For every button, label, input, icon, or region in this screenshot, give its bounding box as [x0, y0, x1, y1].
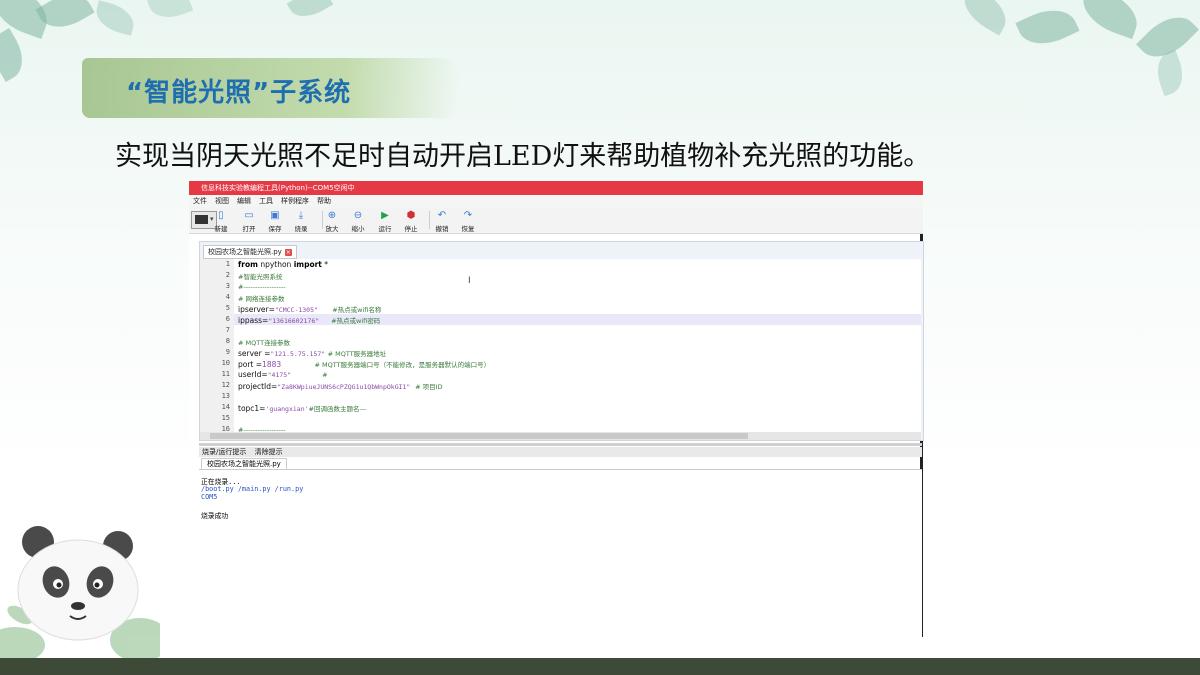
tab-editor-file[interactable]: 校园农场之智能光照.py ×	[203, 245, 297, 259]
panda-illustration	[0, 526, 160, 660]
code-line: #智能光照系统	[238, 273, 283, 281]
code-line: #------------------	[238, 283, 286, 291]
toolbar-button-label: 缩小	[351, 225, 365, 233]
menu-item[interactable]: 文件	[193, 197, 207, 205]
redo-icon: ↷	[463, 210, 473, 221]
toolbar-button-download[interactable]: ⤓ 烧录	[288, 210, 314, 233]
save-icon: ▣	[270, 210, 280, 221]
download-icon: ⤓	[298, 210, 304, 221]
console-output: 正在烧录.../boot.py /main.py /run.py COM5 烧录成功	[199, 469, 922, 638]
toolbar-button-save[interactable]: ▣ 保存	[262, 210, 288, 233]
ide-toolbar: ▾ ▯ 新建 ▭ 打开 ▣ 保存 ⤓ 烧录 ⊕ 放大 ⊖ 缩小 ▶ 运行 ⬢ 停止 ↶ 撤销 ↷ 恢复	[189, 207, 923, 234]
open-folder-icon: ▭	[244, 210, 254, 221]
code-line: topc1='guangxian'#回调函数主题名---	[238, 404, 367, 413]
code-line: # MQTT连接参数	[238, 339, 291, 347]
line-number: 13	[221, 392, 230, 400]
ide-window: 信息科技实验教编程工具(Python)--COM5空闲中 文件 视图 编辑 工具 样例程…	[189, 181, 924, 638]
code-line: ippass="13616602176" #热点或wifi密码	[238, 316, 381, 325]
toolbar-button-undo[interactable]: ↶ 撤销	[429, 210, 455, 233]
line-number: 15	[221, 414, 230, 422]
toolbar-button-open-folder[interactable]: ▭ 打开	[236, 210, 262, 233]
tab-burn-run-hints[interactable]: 烧录/运行提示	[199, 448, 249, 456]
slide-subtitle: 实现当阴天光照不足时自动开启LED灯来帮助植物补充光照的功能。	[115, 141, 931, 172]
horizontal-scrollbar[interactable]	[200, 432, 921, 440]
toolbar-separator	[429, 211, 430, 229]
scrollbar-thumb[interactable]	[210, 433, 748, 439]
toolbar-button-run[interactable]: ▶ 运行	[372, 210, 398, 233]
menu-item[interactable]: 帮助	[317, 197, 331, 205]
zoom-in-icon: ⊕	[327, 210, 337, 221]
line-number: 1	[225, 260, 230, 268]
run-icon: ▶	[381, 210, 389, 221]
code-line: server ="121.5.75.157" # MQTT服务器地址	[238, 349, 387, 358]
editor-area: 校园农场之智能光照.py × 1 from npython import * 2 #智能…	[199, 241, 924, 441]
line-number: 5	[225, 304, 230, 312]
toolbar-button-label: 停止	[404, 225, 418, 233]
code-line: userId="4175" #	[238, 370, 328, 379]
close-icon[interactable]: ×	[284, 249, 292, 256]
code-line: projectId="Za8KWpiueJUNS6cPZQG1u1QbWnpOk…	[238, 382, 443, 391]
toolbar-button-label: 运行	[378, 225, 392, 233]
line-number: 14	[221, 403, 230, 411]
line-number: 7	[225, 326, 230, 334]
ide-menubar: 文件 视图 编辑 工具 样例程序 帮助	[189, 195, 923, 207]
code-line: # 网络连接参数	[238, 295, 285, 303]
line-number: 6	[225, 315, 230, 323]
device-icon	[195, 215, 208, 224]
tab-editor-file-label: 校园农场之智能光照.py	[208, 248, 282, 256]
ide-titlebar: 信息科技实验教编程工具(Python)--COM5空闲中	[189, 181, 923, 195]
toolbar-button-label: 烧录	[294, 225, 308, 233]
menu-item[interactable]: 工具	[259, 197, 273, 205]
toolbar-button-label: 新建	[214, 225, 228, 233]
console-line: COM5	[201, 493, 218, 501]
toolbar-button-zoom-out[interactable]: ⊖ 缩小	[345, 210, 371, 233]
new-file-icon: ▯	[218, 210, 224, 221]
line-number: 8	[225, 337, 230, 345]
menu-item[interactable]: 编辑	[237, 197, 251, 205]
line-number: 2	[225, 271, 230, 279]
toolbar-separator	[322, 211, 323, 229]
zoom-out-icon: ⊖	[353, 210, 363, 221]
line-number: 16	[221, 425, 230, 432]
slide-title: “智能光照”子系统	[126, 78, 352, 108]
toolbar-button-label: 撤销	[435, 225, 449, 233]
code-line: ipserver="CMCC-1305" #热点或wifi名称	[238, 305, 382, 314]
code-line: from npython import *	[238, 260, 329, 269]
line-number: 12	[221, 381, 230, 389]
pane-divider[interactable]	[199, 443, 922, 446]
code-editor[interactable]: 1 from npython import * 2 #智能光照系统 3 #--------…	[200, 259, 921, 432]
stop-icon: ⬢	[406, 210, 416, 221]
console-line: 烧录成功	[201, 512, 229, 520]
toolbar-button-label: 恢复	[461, 225, 475, 233]
line-number: 10	[221, 359, 230, 367]
menu-item[interactable]: 视图	[215, 197, 229, 205]
toolbar-button-label: 打开	[242, 225, 256, 233]
console-tabs: 烧录/运行提示 清除提示	[199, 447, 922, 457]
code-line: port =1883 # MQTT服务器端口号（不能修改，是服务器默认的端口号）	[238, 360, 491, 369]
toolbar-button-redo[interactable]: ↷ 恢复	[455, 210, 481, 233]
text-cursor-icon: I	[468, 276, 471, 286]
line-number: 11	[221, 370, 230, 378]
toolbar-button-label: 保存	[268, 225, 282, 233]
line-number: 4	[225, 293, 230, 301]
line-number: 9	[225, 348, 230, 356]
undo-icon: ↶	[437, 210, 447, 221]
toolbar-button-new-file[interactable]: ▯ 新建	[208, 210, 234, 233]
console-line: /boot.py /main.py /run.py	[201, 484, 304, 493]
line-number: 3	[225, 282, 230, 290]
toolbar-button-stop[interactable]: ⬢ 停止	[398, 210, 424, 233]
clear-hints-button[interactable]: 清除提示	[252, 448, 286, 456]
menu-item[interactable]: 样例程序	[281, 197, 309, 205]
bottom-bar	[0, 658, 1200, 675]
code-line: #------------------	[238, 426, 286, 432]
